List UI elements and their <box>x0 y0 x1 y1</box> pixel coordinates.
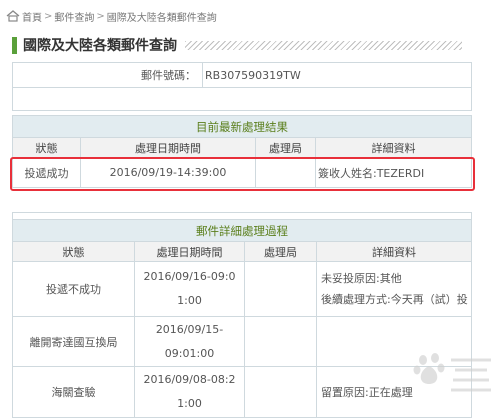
datetime-line: 1:00 <box>177 397 202 410</box>
header-datetime: 處理日期時間 <box>80 137 256 158</box>
breadcrumb-mail-query[interactable]: 郵件查詢 <box>54 9 94 24</box>
history-datetime: 2016/09/16-09:0 1:00 <box>134 261 245 317</box>
datetime-line: 2016/09/15- <box>155 322 224 336</box>
table-row: 投遞不成功 2016/09/16-09:0 1:00 未妥投原因:其他 後續處理… <box>12 261 472 317</box>
latest-detail: 簽收人姓名:TEZERDI <box>315 157 472 188</box>
history-table: 郵件詳細處理過程 狀態 處理日期時間 處理局 詳細資料 投遞不成功 2016/0… <box>12 212 472 418</box>
breadcrumb-separator: > <box>44 10 53 22</box>
header-status: 狀態 <box>12 137 81 158</box>
latest-status: 投遞成功 <box>12 157 81 188</box>
breadcrumb-separator: > <box>96 10 105 22</box>
header-office: 處理局 <box>244 241 317 262</box>
header-datetime: 處理日期時間 <box>134 241 245 262</box>
spacer-cell <box>12 212 472 220</box>
history-office <box>244 366 317 418</box>
mail-number-value: RB307590319TW <box>202 62 472 88</box>
detail-line: 留置原因:正在處理 <box>321 385 413 399</box>
page-title-row: 國際及大陸各類郵件查詢 <box>12 34 462 56</box>
home-icon[interactable] <box>6 10 20 22</box>
latest-section-title: 目前最新處理結果 <box>12 115 472 138</box>
history-datetime: 2016/09/08-08:2 1:00 <box>134 366 245 418</box>
page-title: 國際及大陸各類郵件查詢 <box>23 38 177 54</box>
mail-number-table: 郵件號碼： RB307590319TW <box>12 62 472 111</box>
header-office: 處理局 <box>255 137 316 158</box>
title-hatch-divider <box>185 40 462 50</box>
history-status: 海關查驗 <box>12 366 135 418</box>
history-detail <box>316 316 472 367</box>
breadcrumb-home[interactable]: 首頁 <box>22 9 42 24</box>
history-header-row: 狀態 處理日期時間 處理局 詳細資料 <box>12 241 472 262</box>
spacer-cell <box>12 87 472 111</box>
header-detail: 詳細資料 <box>315 137 472 158</box>
header-status: 狀態 <box>12 241 135 262</box>
history-detail: 留置原因:正在處理 <box>316 366 472 418</box>
mail-number-label: 郵件號碼： <box>12 62 203 88</box>
latest-datetime: 2016/09/19-14:39:00 <box>80 157 256 188</box>
breadcrumb: 首頁 > 郵件查詢 > 國際及大陸各類郵件查詢 <box>6 6 217 26</box>
history-office <box>244 316 317 367</box>
datetime-line: 1:00 <box>177 294 202 307</box>
latest-result-row: 投遞成功 2016/09/19-14:39:00 簽收人姓名:TEZERDI <box>12 157 472 188</box>
history-status: 投遞不成功 <box>12 261 135 317</box>
breadcrumb-intl-query[interactable]: 國際及大陸各類郵件查詢 <box>107 9 217 24</box>
spacer-row <box>12 87 472 111</box>
header-detail: 詳細資料 <box>316 241 472 262</box>
detail-line: 未妥投原因:其他 <box>321 272 402 285</box>
detail-line: 後續處理方式:今天再（試）投 <box>321 293 468 306</box>
history-status: 離開寄達國互換局 <box>12 316 135 367</box>
table-row: 離開寄達國互換局 2016/09/15- 09:01:00 <box>12 316 472 367</box>
title-accent-bar <box>12 36 17 54</box>
history-section-title: 郵件詳細處理過程 <box>12 219 472 242</box>
table-row: 海關查驗 2016/09/08-08:2 1:00 留置原因:正在處理 <box>12 366 472 418</box>
spacer-row <box>12 212 472 220</box>
datetime-line: 2016/09/16-09:0 <box>143 270 236 283</box>
history-datetime: 2016/09/15- 09:01:00 <box>134 316 245 367</box>
latest-header-row: 狀態 處理日期時間 處理局 詳細資料 <box>12 137 472 158</box>
mail-number-row: 郵件號碼： RB307590319TW <box>12 62 472 88</box>
latest-office <box>255 157 316 188</box>
datetime-line: 09:01:00 <box>164 346 215 360</box>
datetime-line: 2016/09/08-08:2 <box>143 373 236 386</box>
latest-result-table: 目前最新處理結果 狀態 處理日期時間 處理局 詳細資料 投遞成功 2016/09… <box>12 115 472 188</box>
history-detail: 未妥投原因:其他 後續處理方式:今天再（試）投 <box>316 261 472 317</box>
history-office <box>244 261 317 317</box>
